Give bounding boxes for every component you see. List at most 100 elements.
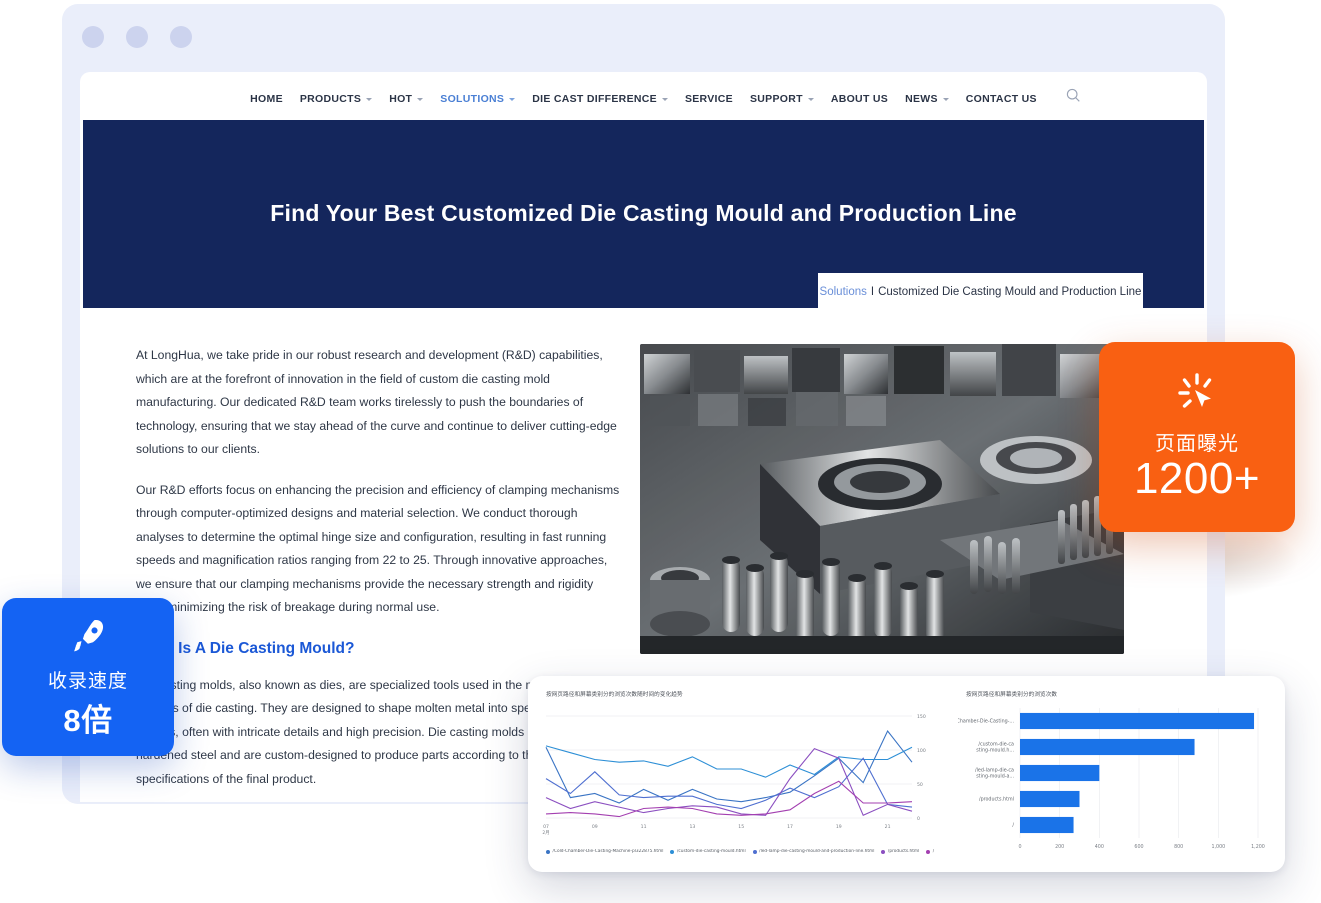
svg-text:/products.html: /products.html [979, 797, 1014, 803]
nav-item-solutions[interactable]: SOLUTIONS [440, 93, 516, 105]
nav-label: HOT [389, 93, 413, 105]
bar-chart-title: 按网页路径和屏幕类别分的浏览次数 [966, 692, 1058, 698]
svg-text:11: 11 [641, 824, 647, 830]
svg-text:sting-mould.h...: sting-mould.h... [976, 748, 1014, 754]
legend-item[interactable]: /products.html [881, 849, 919, 854]
chevron-down-icon [417, 98, 424, 101]
site-navigation: HOME PRODUCTS HOT SOLUTIONS DIE CAST DIF… [80, 72, 1207, 120]
badge-value: 8倍 [63, 703, 113, 738]
badge-value: 1200+ [1133, 453, 1261, 503]
svg-text:0: 0 [1018, 844, 1021, 850]
svg-text:09: 09 [592, 824, 598, 830]
legend-item[interactable]: /led-lamp-die-casting-mould-and-producti… [752, 849, 875, 854]
svg-text:2月: 2月 [542, 830, 549, 836]
badge-label: 页面曝光 [1155, 432, 1239, 455]
legend-label: /led-lamp-die-casting-mould-and-producti… [759, 849, 875, 854]
legend-item[interactable]: /custom-die-casting-mould.html [670, 849, 746, 854]
svg-text:/Cold-Chamber-Die-Casting-...: /Cold-Chamber-Die-Casting-... [958, 719, 1014, 725]
nav-label: SUPPORT [749, 93, 803, 105]
svg-text:/custom-die-ca: /custom-die-ca [978, 742, 1014, 748]
legend-label: /custom-die-casting-mould.html [676, 849, 746, 854]
svg-text:150: 150 [917, 714, 926, 720]
legend-swatch [926, 849, 931, 854]
svg-text:600: 600 [1134, 844, 1143, 850]
line-chart[interactable]: 0 50 100 150 07 09 11 13 15 17 19 21 2月 [538, 702, 938, 847]
legend-label: /Cold-Chamber-Die-Casting-Machine-pl3228… [552, 849, 664, 854]
click-cursor-icon [1178, 372, 1212, 408]
nav-items: HOME PRODUCTS HOT SOLUTIONS DIE CAST DIF… [250, 93, 1037, 105]
svg-text:/led-lamp-die-ca: /led-lamp-die-ca [975, 768, 1014, 774]
nav-label: HOME [250, 93, 283, 105]
window-dot-close[interactable] [82, 26, 104, 48]
page-title: Find Your Best Customized Die Casting Mo… [270, 200, 1017, 226]
bar [1020, 816, 1074, 834]
svg-text:800: 800 [1174, 844, 1183, 850]
article-paragraph-2: Our R&D efforts focus on enhancing the p… [136, 482, 620, 615]
chevron-down-icon [366, 98, 373, 101]
nav-label: SERVICE [684, 93, 733, 105]
window-dot-maximize[interactable] [170, 26, 192, 48]
breadcrumb-current: Customized Die Casting Mould and Product… [878, 286, 1142, 298]
svg-text:50: 50 [917, 782, 923, 788]
legend-item[interactable]: / [926, 849, 934, 854]
legend-swatch [752, 849, 757, 854]
line-chart-title: 按网页路径和屏幕类别分的浏览次数随时间的变化趋势 [546, 692, 683, 698]
legend-swatch [881, 849, 886, 854]
svg-text:sting-mould-a...: sting-mould-a... [976, 774, 1014, 780]
nav-item-contact-us[interactable]: CONTACT US [966, 93, 1037, 105]
bar [1020, 712, 1255, 730]
svg-text:17: 17 [787, 824, 793, 830]
legend-swatch [546, 849, 550, 854]
breadcrumb-link-solutions[interactable]: Solutions [820, 286, 867, 298]
svg-text:19: 19 [836, 824, 842, 830]
nav-label: SOLUTIONS [440, 93, 505, 105]
die-casting-mould-photo [640, 344, 1124, 654]
search-icon[interactable] [1066, 88, 1081, 103]
chevron-down-icon [807, 98, 814, 101]
analytics-card: 按网页路径和屏幕类别分的浏览次数随时间的变化趋势 0 50 100 150 07 09 11… [528, 676, 1285, 872]
bar-chart-panel: 按网页路径和屏幕类别分的浏览次数 0 200 400 600 800 1,000 1,200… [948, 676, 1285, 872]
nav-item-die-cast-difference[interactable]: DIE CAST DIFFERENCE [532, 93, 668, 105]
nav-item-news[interactable]: NEWS [905, 93, 949, 105]
nav-label: DIE CAST DIFFERENCE [532, 93, 657, 105]
svg-text:200: 200 [1055, 844, 1064, 850]
legend-swatch [670, 849, 675, 854]
rocket-icon [74, 620, 104, 652]
svg-text:07: 07 [543, 824, 549, 830]
stat-badge-index-speed: 收录速度 8倍 [2, 598, 174, 756]
svg-text:15: 15 [738, 824, 744, 830]
bar-chart[interactable]: 0 200 400 600 800 1,000 1,200/Cold-Chamber-Die… [958, 702, 1278, 865]
chevron-down-icon [661, 98, 668, 101]
line-chart-panel: 按网页路径和屏幕类别分的浏览次数随时间的变化趋势 0 50 100 150 07 09 11… [528, 676, 948, 872]
nav-item-home[interactable]: HOME [250, 93, 283, 105]
legend-label: / [932, 849, 935, 854]
hero-banner: Find Your Best Customized Die Casting Mo… [83, 120, 1204, 311]
svg-text:1,200: 1,200 [1251, 844, 1265, 850]
svg-text:/: / [1012, 823, 1014, 829]
breadcrumb-separator: I [870, 286, 875, 298]
svg-text:1,000: 1,000 [1211, 844, 1225, 850]
line-chart-legend: /Cold-Chamber-Die-Casting-Machine-pl3228… [546, 849, 938, 854]
legend-item[interactable]: /Cold-Chamber-Die-Casting-Machine-pl3228… [546, 849, 663, 854]
nav-item-hot[interactable]: HOT [389, 93, 424, 105]
badge-label: 收录速度 [47, 671, 128, 692]
nav-item-support[interactable]: SUPPORT [750, 93, 814, 105]
nav-item-about-us[interactable]: ABOUT US [831, 93, 888, 105]
svg-text:0: 0 [917, 816, 920, 822]
article-paragraph-1: At LongHua, we take pride in our robust … [136, 348, 617, 456]
nav-item-products[interactable]: PRODUCTS [300, 93, 373, 105]
screenshot-root: HOME PRODUCTS HOT SOLUTIONS DIE CAST DIF… [0, 0, 1321, 903]
window-controls [82, 26, 192, 48]
window-dot-minimize[interactable] [126, 26, 148, 48]
svg-text:400: 400 [1095, 844, 1104, 850]
stat-badge-page-exposure: 页面曝光 1200+ [1099, 342, 1295, 532]
chevron-down-icon [509, 98, 516, 101]
nav-item-service[interactable]: SERVICE [685, 93, 733, 105]
mould-photo-graphic [640, 344, 1124, 654]
svg-text:21: 21 [885, 824, 891, 830]
section-heading: What Is A Die Casting Mould? [136, 639, 355, 657]
bar [1020, 790, 1080, 808]
breadcrumb: Solutions I Customized Die Casting Mould… [818, 273, 1143, 311]
svg-text:13: 13 [689, 824, 695, 830]
legend-label: /products.html [887, 849, 920, 854]
